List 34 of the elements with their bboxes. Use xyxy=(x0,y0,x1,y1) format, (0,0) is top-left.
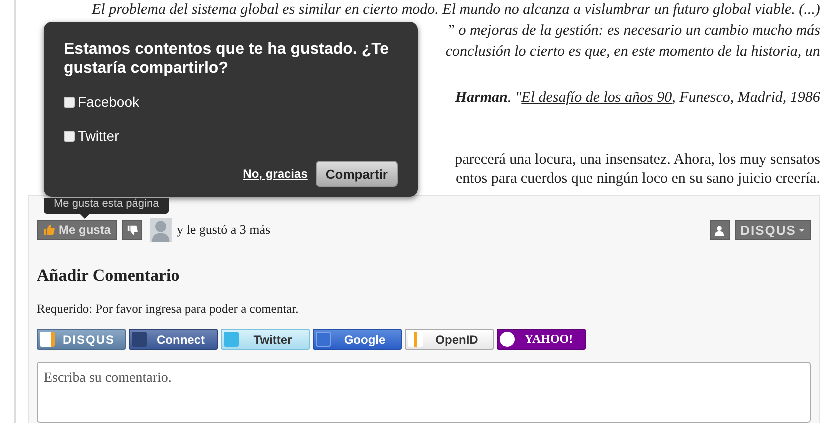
login-button[interactable]: YAHOO! xyxy=(497,329,586,350)
avatar-icon xyxy=(150,218,172,242)
quote-text: ” o mejoras de la gestión: es necesario un cambio mucho más xyxy=(446,23,820,39)
thumbs-down-icon xyxy=(126,224,138,236)
login-button[interactable]: Twitter xyxy=(221,329,310,350)
login-button[interactable]: OpenID xyxy=(405,329,494,350)
dislike-button[interactable] xyxy=(122,220,142,240)
tooltip: Me gusta esta página xyxy=(44,198,170,214)
paragraph-text: parecerá una locura, una insensatez. Ahora, los muy sensatos xyxy=(455,152,820,168)
like-button[interactable]: Me gusta xyxy=(37,220,118,240)
dialog-title: Estamos contentos que te ha gustado. ¿Te gustaría compartirlo? xyxy=(64,40,390,78)
option-label[interactable]: Facebook xyxy=(78,94,140,110)
caret-icon xyxy=(799,228,806,232)
section-heading: Añadir Comentario xyxy=(37,266,181,286)
profile-button[interactable] xyxy=(710,220,730,240)
tooltip-pointer xyxy=(80,214,90,219)
comment-field[interactable]: Escriba su comentario. xyxy=(37,362,812,423)
login-button[interactable]: Google xyxy=(313,329,402,350)
thumbs-up-icon xyxy=(43,224,55,236)
citation-link[interactable]: El desafío de los años 90 xyxy=(522,90,672,106)
checkbox[interactable] xyxy=(64,130,75,142)
user-icon xyxy=(714,224,726,236)
quote-text: El problema del sistema global es similar en cierto modo. El mundo no alcanza a vislumbrar un futuro global viable. (...) xyxy=(92,2,820,18)
quote-text: conclusión lo cierto es que, en este momento de la historia, un xyxy=(446,44,820,60)
share-button[interactable]: Compartir xyxy=(316,161,398,187)
option-label[interactable]: Twitter xyxy=(78,128,120,144)
cancel-link[interactable]: No, gracias xyxy=(243,167,308,181)
notice-text: Requerido: Por favor ingresa para poder a comentar. xyxy=(37,302,300,317)
login-button[interactable]: Connect xyxy=(129,329,218,350)
disqus-menu-button[interactable]: DISQUS xyxy=(734,220,812,240)
paragraph-text: entos para cuerdos que ningún loco en su sano juicio creería. xyxy=(456,171,820,187)
checkbox[interactable] xyxy=(64,96,75,108)
liked-by-text: y le gustó a 3 más xyxy=(177,222,271,238)
citation-text: Harman. "El desafío de los años 90, Funesco, Madrid, 1986 xyxy=(455,90,820,106)
